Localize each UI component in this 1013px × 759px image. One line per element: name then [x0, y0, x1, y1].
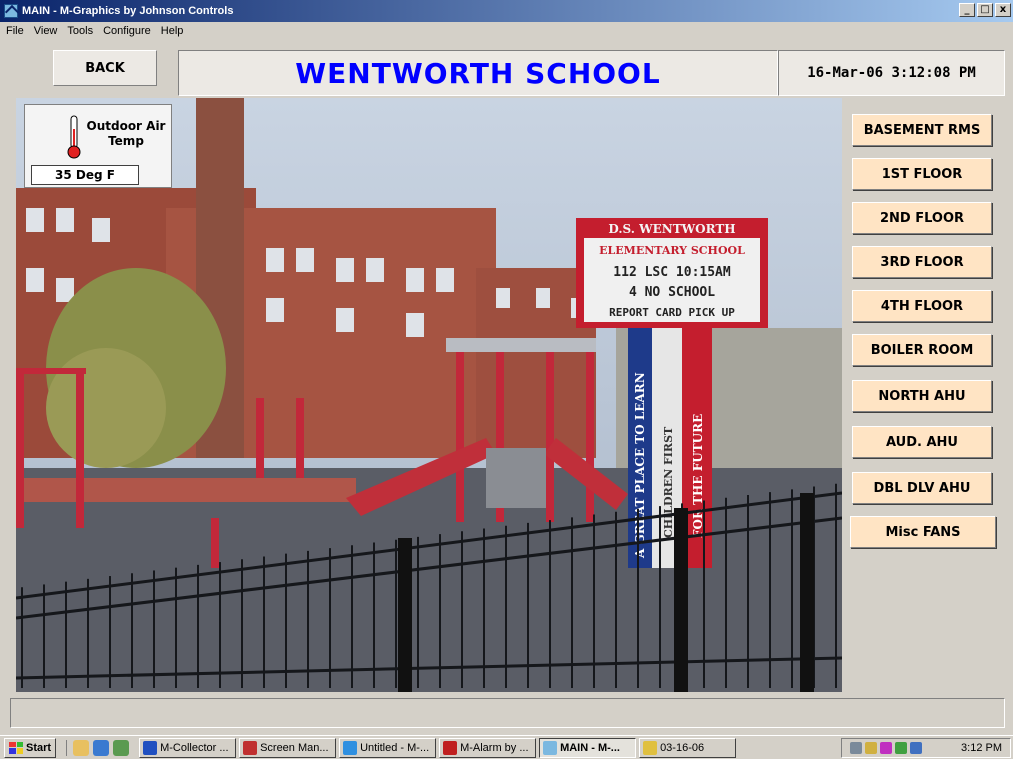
app-icon	[4, 4, 18, 18]
task-app-icon	[243, 740, 258, 755]
close-button[interactable]: x	[995, 3, 1011, 17]
start-label: Start	[26, 741, 52, 754]
outdoor-temp-value: 35 Deg F	[31, 165, 139, 185]
outdoor-temp-panel: Outdoor Air Temp 35 Deg F	[24, 104, 172, 188]
minimize-button[interactable]: _	[959, 3, 975, 17]
tray-app-icon[interactable]	[895, 742, 907, 754]
taskbar: Start M-Collector ... Screen Man... Unti…	[0, 735, 1013, 759]
nav-boiler-room[interactable]: BOILER ROOM	[852, 334, 992, 366]
task-screen-manager[interactable]: Screen Man...	[239, 737, 337, 758]
nav-1st-floor[interactable]: 1ST FLOOR	[852, 158, 992, 190]
nav-4th-floor[interactable]: 4TH FLOOR	[852, 290, 992, 322]
taskbar-clock: 3:12 PM	[961, 742, 1002, 754]
network-icon[interactable]	[865, 742, 877, 754]
sign-school-text: ELEMENTARY SCHOOL	[599, 244, 745, 257]
nav-aud-ahu[interactable]: AUD. AHU	[852, 426, 992, 458]
back-button[interactable]: BACK	[53, 50, 157, 86]
nav-2nd-floor[interactable]: 2ND FLOOR	[852, 202, 992, 234]
sign-title-text: D.S. WENTWORTH	[608, 222, 735, 236]
task-label: 03-16-06	[660, 741, 705, 754]
task-label: M-Collector ...	[160, 741, 229, 754]
main-content: BACK WENTWORTH SCHOOL 16-Mar-06 3:12:08 …	[10, 44, 1005, 694]
nav-basement-rms[interactable]: BASEMENT RMS	[852, 114, 992, 146]
task-m-alarm[interactable]: M-Alarm by ...	[439, 737, 537, 758]
sign-pillar-right: FOR THE FUTURE	[691, 414, 705, 538]
system-tray: 3:12 PM	[841, 738, 1011, 758]
task-main-m-graphics[interactable]: MAIN - M-...	[539, 737, 637, 758]
datetime-display: 16-Mar-06 3:12:08 PM	[778, 50, 1005, 96]
nav-misc-fans[interactable]: Misc FANS	[850, 516, 996, 548]
task-label: M-Alarm by ...	[460, 741, 529, 754]
nav-north-ahu[interactable]: NORTH AHU	[852, 380, 992, 412]
task-app-icon	[543, 740, 558, 755]
window-title: MAIN - M-Graphics by Johnson Controls	[22, 5, 234, 17]
task-label: Screen Man...	[260, 741, 329, 754]
window-titlebar: MAIN - M-Graphics by Johnson Controls _ …	[0, 0, 1013, 22]
volume-icon[interactable]	[850, 742, 862, 754]
media-icon[interactable]	[880, 742, 892, 754]
thermometer-icon	[67, 115, 81, 159]
task-label: MAIN - M-...	[560, 741, 620, 754]
outdoor-temp-label: Outdoor Air Temp	[86, 119, 166, 148]
taskbar-tasks: M-Collector ... Screen Man... Untitled -…	[139, 737, 737, 758]
menu-bar: File View Tools Configure Help	[0, 22, 1013, 40]
sign-pillar-mid: CHILDREN FIRST	[662, 426, 675, 538]
page-title: WENTWORTH SCHOOL	[178, 50, 778, 96]
navigation-panel: BASEMENT RMS 1ST FLOOR 2ND FLOOR 3RD FLO…	[842, 98, 1005, 692]
internet-explorer-icon[interactable]	[93, 739, 110, 756]
task-app-icon	[143, 740, 158, 755]
menu-tools[interactable]: Tools	[67, 25, 93, 37]
window-controls: _ □ x	[959, 3, 1011, 17]
menu-help[interactable]: Help	[161, 25, 184, 37]
menu-configure[interactable]: Configure	[103, 25, 151, 37]
nav-dbl-dlv-ahu[interactable]: DBL DLV AHU	[852, 472, 992, 504]
task-label: Untitled - M-...	[360, 741, 430, 754]
sign-line4: 4 NO SCHOOL	[629, 285, 715, 300]
menu-file[interactable]: File	[6, 25, 24, 37]
nav-3rd-floor[interactable]: 3RD FLOOR	[852, 246, 992, 278]
task-app-icon	[443, 740, 458, 755]
sign-line3: 112 LSC 10:15AM	[613, 265, 731, 280]
quick-launch	[66, 739, 130, 756]
quick-launch-notes-icon[interactable]	[73, 739, 90, 756]
task-untitled[interactable]: Untitled - M-...	[339, 737, 437, 758]
task-app-icon	[343, 740, 358, 755]
tray-sync-icon[interactable]	[910, 742, 922, 754]
sign-line5: REPORT CARD PICK UP	[609, 306, 735, 319]
task-app-icon	[643, 740, 658, 755]
start-button[interactable]: Start	[4, 737, 57, 758]
sign-pillar-left: A GREAT PLACE TO LEARN	[633, 372, 647, 559]
task-03-16-06[interactable]: 03-16-06	[639, 737, 737, 758]
tray-icons	[850, 742, 922, 754]
status-bar	[10, 698, 1005, 728]
maximize-button[interactable]: □	[977, 3, 993, 17]
windows-logo-icon	[9, 741, 23, 754]
show-desktop-icon[interactable]	[113, 739, 130, 756]
task-m-collector[interactable]: M-Collector ...	[139, 737, 237, 758]
menu-view[interactable]: View	[34, 25, 58, 37]
